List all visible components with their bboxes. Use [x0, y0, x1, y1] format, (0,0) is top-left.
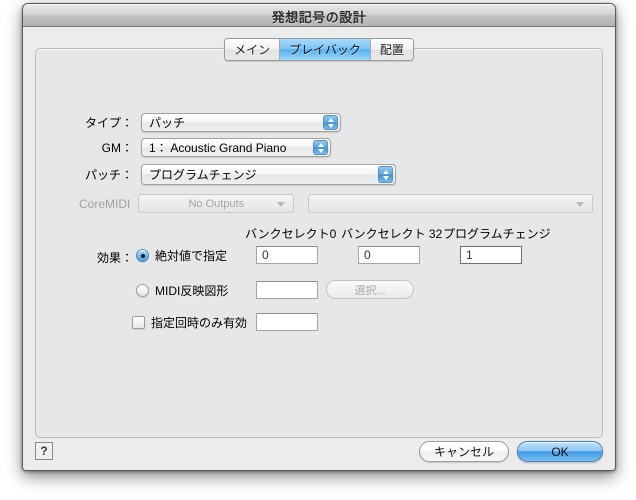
help-button[interactable]: ? [35, 442, 53, 460]
ok-button[interactable]: OK [517, 441, 603, 462]
stepper-arrows-icon [378, 166, 393, 183]
tab-main[interactable]: メイン [225, 39, 281, 60]
checkbox-only-on-count-label: 指定回時のみ有効 [151, 316, 248, 330]
input-midi-shape[interactable] [256, 281, 318, 299]
type-label: タイプ： [84, 116, 133, 130]
type-row: タイプ： パッチ [63, 113, 353, 132]
column-header-bank-select-32: バンクセレクト 32 [341, 227, 443, 241]
stepper-arrows-icon [313, 140, 328, 155]
tab-content-panel [35, 48, 603, 438]
gm-popup-value: 1： Acoustic Grand Piano [149, 141, 287, 155]
column-header-program-change: プログラムチェンジ [443, 227, 551, 241]
effect-label: 効果： [96, 251, 133, 265]
radio-midi-shape-label: MIDI反映図形 [155, 284, 229, 298]
patch-row: パッチ： プログラムチェンジ [63, 164, 403, 185]
input-bank-select-0-value: 0 [262, 248, 269, 262]
dialog-window: 発想記号の設計 メイン プレイバック 配置 タイプ： パッチ GM： 1： Ac… [22, 3, 616, 471]
radio-absolute-value-label: 絶対値で指定 [155, 249, 228, 263]
input-bank-select-32-value: 0 [364, 248, 371, 262]
input-bank-select-0[interactable]: 0 [256, 246, 318, 264]
coremidi-device-value: No Outputs [188, 197, 245, 210]
patch-label: パッチ： [84, 168, 133, 182]
chevron-down-icon [277, 201, 286, 207]
gm-label: GM： [101, 141, 133, 155]
dialog-content: メイン プレイバック 配置 タイプ： パッチ GM： 1： Acoustic G… [23, 27, 615, 470]
tab-group: メイン プレイバック 配置 [224, 38, 414, 61]
gm-row: GM： 1： Acoustic Grand Piano [63, 138, 353, 157]
choose-shape-button: 選択... [326, 280, 414, 299]
window-title: 発想記号の設計 [271, 10, 367, 25]
title-bar: 発想記号の設計 [23, 4, 615, 27]
effect-only-on-count-row: 指定回時のみ有効 [132, 314, 552, 331]
coremidi-row: CoreMIDI No Outputs [63, 194, 593, 213]
coremidi-device-popup: No Outputs [138, 194, 295, 213]
choose-shape-button-label: 選択... [354, 284, 386, 297]
radio-midi-shape[interactable] [136, 284, 149, 297]
tab-playback[interactable]: プレイバック [280, 39, 371, 60]
radio-absolute-value[interactable] [136, 249, 149, 262]
stepper-arrows-icon [323, 115, 338, 130]
coremidi-label: CoreMIDI [78, 196, 131, 211]
coremidi-port-popup [308, 194, 593, 213]
patch-popup-value: プログラムチェンジ [149, 168, 257, 182]
type-popup-button[interactable]: パッチ [141, 113, 341, 132]
input-bank-select-32[interactable]: 0 [358, 246, 420, 264]
input-program-change[interactable]: 1 [460, 246, 522, 264]
checkbox-only-on-count[interactable] [132, 316, 145, 329]
tab-placement[interactable]: 配置 [370, 39, 413, 60]
gm-popup-button[interactable]: 1： Acoustic Grand Piano [141, 138, 331, 157]
input-program-change-value: 1 [466, 248, 473, 262]
type-popup-value: パッチ [149, 116, 186, 130]
cancel-button[interactable]: キャンセル [419, 441, 509, 462]
input-only-on-count[interactable] [256, 313, 318, 331]
column-header-bank-select-0: バンクセレクト0 [245, 227, 337, 241]
patch-popup-button[interactable]: プログラムチェンジ [141, 164, 396, 185]
chevron-down-icon [576, 201, 584, 207]
tab-bar: メイン プレイバック 配置 [23, 38, 615, 61]
